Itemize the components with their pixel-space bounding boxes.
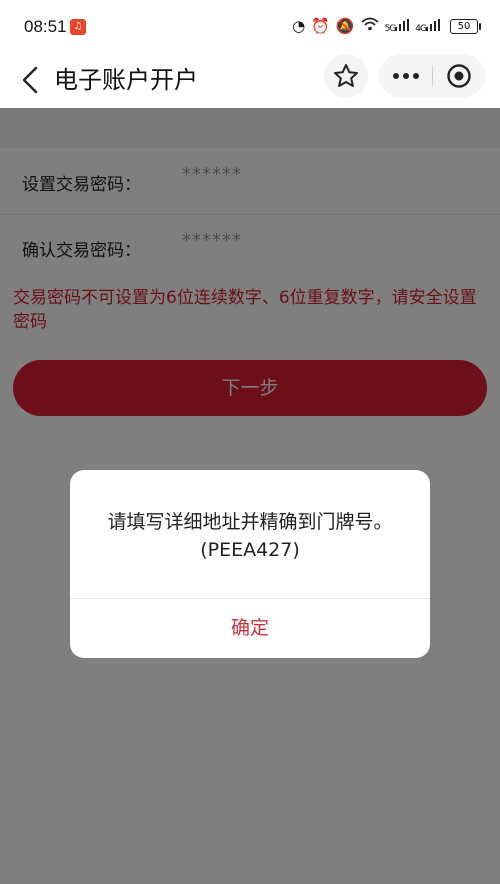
app-notification-icon: ♫ [70, 19, 86, 35]
page-title: 电子账户开户 [54, 66, 198, 94]
dialog-message-line1: 请填写详细地址并精确到门牌号。 [107, 511, 393, 533]
nav-bar: 电子账户开户 [0, 52, 500, 108]
signal-5g-icon: 5G [385, 18, 410, 34]
bell-off-icon: 🔕 [335, 17, 355, 35]
dialog-message-line2: (PEEA427) [200, 539, 300, 561]
more-button[interactable] [379, 54, 432, 98]
signal-4g-icon: 4G [415, 18, 440, 34]
chevron-left-icon [22, 66, 38, 94]
gauge-icon: ◔ [292, 17, 306, 35]
star-outline-icon [334, 64, 358, 87]
alert-dialog: 请填写详细地址并精确到门牌号。 (PEEA427) 确定 [70, 470, 430, 658]
target-circle-icon [447, 64, 471, 88]
alarm-icon: ⏰ [311, 17, 330, 35]
dialog-message: 请填写详细地址并精确到门牌号。 (PEEA427) [70, 508, 430, 564]
wifi-icon [361, 17, 379, 35]
status-icons: ◔ ⏰ 🔕 5G 4G 50 [292, 17, 481, 35]
back-button[interactable] [14, 62, 50, 98]
close-miniapp-button[interactable] [433, 54, 485, 98]
battery-icon: 50 [450, 18, 481, 34]
status-time: 08:51 [24, 17, 67, 36]
more-dots-icon [393, 73, 419, 79]
status-bar: 08:51 ♫ ◔ ⏰ 🔕 5G 4G 50 [0, 0, 500, 52]
dialog-ok-button[interactable]: 确定 [70, 599, 430, 658]
favorite-button[interactable] [324, 54, 368, 98]
menu-capsule [379, 54, 485, 98]
